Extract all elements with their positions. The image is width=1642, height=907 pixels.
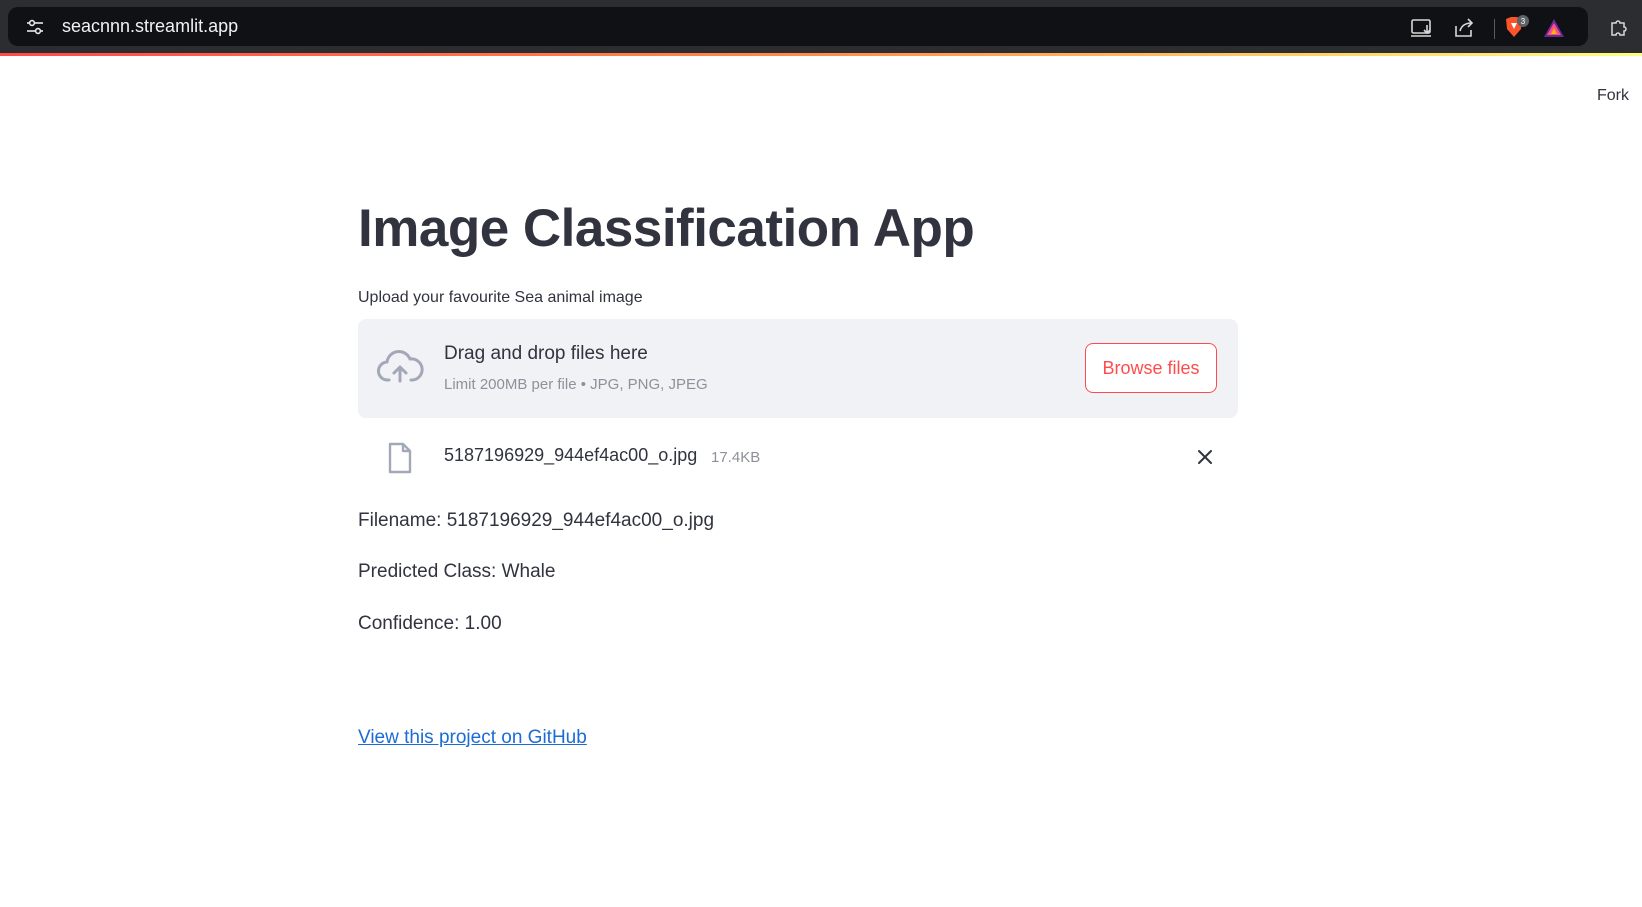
brave-badge-count: 3 [1521, 17, 1526, 26]
result-predicted-class: Predicted Class: Whale [358, 561, 556, 582]
close-icon[interactable] [1196, 448, 1214, 466]
dropzone-limits: Limit 200MB per file • JPG, PNG, JPEG [444, 376, 708, 393]
browser-toolbar: seacnnn.streamlit.app 3 [0, 0, 1642, 53]
puzzle-icon[interactable] [1608, 16, 1630, 38]
cloud-upload-icon [377, 350, 424, 383]
streamlit-decoration-bar [0, 53, 1642, 56]
brave-rewards-icon[interactable] [1542, 17, 1566, 39]
browse-files-button[interactable]: Browse files [1085, 343, 1217, 393]
file-dropzone[interactable]: Drag and drop files here Limit 200MB per… [358, 319, 1238, 418]
uploaded-file-size: 17.4KB [711, 449, 761, 466]
github-link[interactable]: View this project on GitHub [358, 727, 587, 749]
result-confidence: Confidence: 1.00 [358, 613, 502, 634]
uploaded-file-row: 5187196929_944ef4ac00_o.jpg 17.4KB [358, 436, 1238, 476]
address-bar[interactable]: seacnnn.streamlit.app 3 [8, 7, 1588, 46]
url-text[interactable]: seacnnn.streamlit.app [62, 16, 238, 37]
uploader-label: Upload your favourite Sea animal image [358, 289, 643, 306]
install-app-icon[interactable] [1410, 17, 1434, 39]
tune-icon[interactable] [26, 19, 44, 35]
brave-shield-icon[interactable]: 3 [1502, 15, 1532, 41]
result-filename: Filename: 5187196929_944ef4ac00_o.jpg [358, 510, 715, 531]
file-icon [388, 442, 412, 474]
fork-button[interactable]: Fork [1597, 87, 1629, 105]
toolbar-divider [1494, 19, 1495, 39]
dropzone-title: Drag and drop files here [444, 343, 648, 364]
page-title: Image Classification App [358, 199, 975, 258]
uploaded-file-name: 5187196929_944ef4ac00_o.jpg [444, 445, 698, 465]
share-icon[interactable] [1452, 17, 1476, 39]
